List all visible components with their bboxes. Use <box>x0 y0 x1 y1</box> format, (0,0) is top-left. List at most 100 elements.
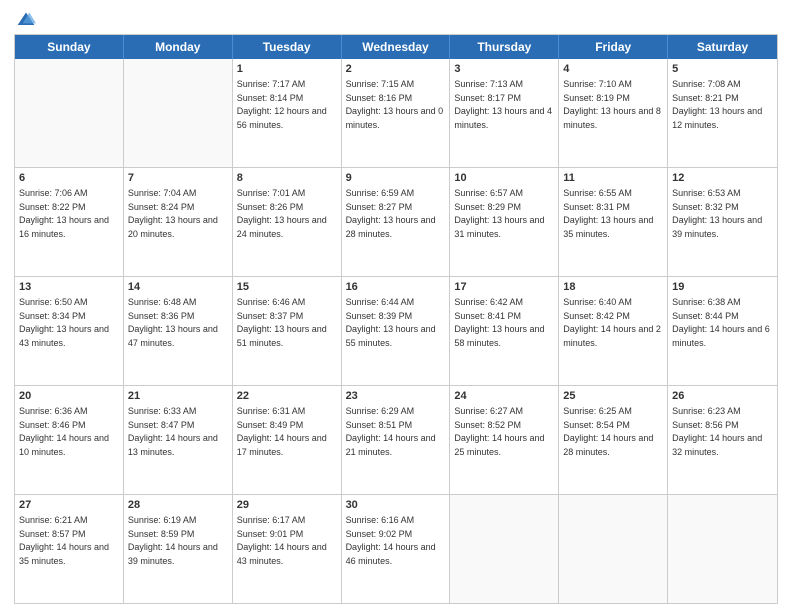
calendar-cell: 26 Sunrise: 6:23 AM Sunset: 8:56 PM Dayli… <box>668 386 777 494</box>
calendar-cell <box>15 59 124 167</box>
sun-info: Sunrise: 7:13 AM Sunset: 8:17 PM Dayligh… <box>454 79 552 130</box>
header-sunday: Sunday <box>15 35 124 59</box>
day-number: 6 <box>19 171 119 186</box>
calendar-cell: 6Sunrise: 7:06 AM Sunset: 8:22 PM Daylig… <box>15 168 124 276</box>
calendar-cell: 1Sunrise: 7:17 AM Sunset: 8:14 PM Daylig… <box>233 59 342 167</box>
calendar-cell: 5 Sunrise: 7:08 AM Sunset: 8:21 PM Daylig… <box>668 59 777 167</box>
calendar-cell: 27 Sunrise: 6:21 AM Sunset: 8:57 PM Dayli… <box>15 495 124 603</box>
calendar-cell: 18Sunrise: 6:40 AM Sunset: 8:42 PM Dayli… <box>559 277 668 385</box>
calendar-cell: 15Sunrise: 6:46 AM Sunset: 8:37 PM Dayli… <box>233 277 342 385</box>
day-number: 2 <box>346 62 446 77</box>
header-thursday: Thursday <box>450 35 559 59</box>
sun-info: Sunrise: 6:29 AM Sunset: 8:51 PM Dayligh… <box>346 406 436 457</box>
calendar-cell <box>450 495 559 603</box>
sun-info: Sunrise: 6:17 AM Sunset: 9:01 PM Dayligh… <box>237 515 327 566</box>
calendar-cell: 23 Sunrise: 6:29 AM Sunset: 8:51 PM Dayli… <box>342 386 451 494</box>
day-number: 21 <box>128 389 228 404</box>
calendar-cell <box>124 59 233 167</box>
calendar-cell: 22 Sunrise: 6:31 AM Sunset: 8:49 PM Dayli… <box>233 386 342 494</box>
day-number: 30 <box>346 498 446 513</box>
sun-info: Sunrise: 7:04 AM Sunset: 8:24 PM Dayligh… <box>128 188 218 239</box>
calendar-cell: 12 Sunrise: 6:53 AM Sunset: 8:32 PM Dayli… <box>668 168 777 276</box>
calendar-cell: 20 Sunrise: 6:36 AM Sunset: 8:46 PM Dayli… <box>15 386 124 494</box>
calendar-cell: 8 Sunrise: 7:01 AM Sunset: 8:26 PM Daylig… <box>233 168 342 276</box>
day-number: 17 <box>454 280 554 295</box>
sun-info: Sunrise: 6:48 AM Sunset: 8:36 PM Dayligh… <box>128 297 218 348</box>
header-saturday: Saturday <box>668 35 777 59</box>
sun-info: Sunrise: 6:27 AM Sunset: 8:52 PM Dayligh… <box>454 406 544 457</box>
calendar-cell: 10 Sunrise: 6:57 AM Sunset: 8:29 PM Dayli… <box>450 168 559 276</box>
calendar: SundayMondayTuesdayWednesdayThursdayFrid… <box>14 34 778 604</box>
calendar-cell: 3 Sunrise: 7:13 AM Sunset: 8:17 PM Daylig… <box>450 59 559 167</box>
header-tuesday: Tuesday <box>233 35 342 59</box>
day-number: 7 <box>128 171 228 186</box>
day-number: 1 <box>237 62 337 77</box>
calendar-cell: 24 Sunrise: 6:27 AM Sunset: 8:52 PM Dayli… <box>450 386 559 494</box>
sun-info: Sunrise: 6:55 AM Sunset: 8:31 PM Dayligh… <box>563 188 653 239</box>
calendar-cell: 16Sunrise: 6:44 AM Sunset: 8:39 PM Dayli… <box>342 277 451 385</box>
header-wednesday: Wednesday <box>342 35 451 59</box>
sun-info: Sunrise: 6:21 AM Sunset: 8:57 PM Dayligh… <box>19 515 109 566</box>
calendar-cell <box>559 495 668 603</box>
calendar-cell: 21 Sunrise: 6:33 AM Sunset: 8:47 PM Dayli… <box>124 386 233 494</box>
calendar-row-0: 1Sunrise: 7:17 AM Sunset: 8:14 PM Daylig… <box>15 59 777 167</box>
sun-info: Sunrise: 6:16 AM Sunset: 9:02 PM Dayligh… <box>346 515 436 566</box>
day-number: 3 <box>454 62 554 77</box>
calendar-header: SundayMondayTuesdayWednesdayThursdayFrid… <box>15 35 777 59</box>
day-number: 19 <box>672 280 773 295</box>
calendar-cell: 28 Sunrise: 6:19 AM Sunset: 8:59 PM Dayli… <box>124 495 233 603</box>
calendar-cell: 13Sunrise: 6:50 AM Sunset: 8:34 PM Dayli… <box>15 277 124 385</box>
calendar-body: 1Sunrise: 7:17 AM Sunset: 8:14 PM Daylig… <box>15 59 777 603</box>
day-number: 5 <box>672 62 773 77</box>
day-number: 8 <box>237 171 337 186</box>
calendar-row-4: 27 Sunrise: 6:21 AM Sunset: 8:57 PM Dayli… <box>15 494 777 603</box>
day-number: 23 <box>346 389 446 404</box>
calendar-cell <box>668 495 777 603</box>
sun-info: Sunrise: 6:42 AM Sunset: 8:41 PM Dayligh… <box>454 297 544 348</box>
sun-info: Sunrise: 6:59 AM Sunset: 8:27 PM Dayligh… <box>346 188 436 239</box>
day-number: 12 <box>672 171 773 186</box>
day-number: 25 <box>563 389 663 404</box>
sun-info: Sunrise: 6:53 AM Sunset: 8:32 PM Dayligh… <box>672 188 762 239</box>
sun-info: Sunrise: 6:19 AM Sunset: 8:59 PM Dayligh… <box>128 515 218 566</box>
day-number: 26 <box>672 389 773 404</box>
day-number: 9 <box>346 171 446 186</box>
day-number: 4 <box>563 62 663 77</box>
calendar-cell: 25 Sunrise: 6:25 AM Sunset: 8:54 PM Dayli… <box>559 386 668 494</box>
day-number: 27 <box>19 498 119 513</box>
day-number: 20 <box>19 389 119 404</box>
day-number: 10 <box>454 171 554 186</box>
calendar-row-1: 6Sunrise: 7:06 AM Sunset: 8:22 PM Daylig… <box>15 167 777 276</box>
calendar-cell: 11 Sunrise: 6:55 AM Sunset: 8:31 PM Dayli… <box>559 168 668 276</box>
sun-info: Sunrise: 7:15 AM Sunset: 8:16 PM Dayligh… <box>346 79 444 130</box>
calendar-cell: 19Sunrise: 6:38 AM Sunset: 8:44 PM Dayli… <box>668 277 777 385</box>
sun-info: Sunrise: 6:33 AM Sunset: 8:47 PM Dayligh… <box>128 406 218 457</box>
logo <box>14 10 36 30</box>
calendar-row-2: 13Sunrise: 6:50 AM Sunset: 8:34 PM Dayli… <box>15 276 777 385</box>
page-header <box>14 10 778 30</box>
header-friday: Friday <box>559 35 668 59</box>
day-number: 28 <box>128 498 228 513</box>
sun-info: Sunrise: 7:01 AM Sunset: 8:26 PM Dayligh… <box>237 188 327 239</box>
day-number: 29 <box>237 498 337 513</box>
calendar-cell: 17 Sunrise: 6:42 AM Sunset: 8:41 PM Dayli… <box>450 277 559 385</box>
logo-icon <box>16 10 36 30</box>
sun-info: Sunrise: 6:31 AM Sunset: 8:49 PM Dayligh… <box>237 406 327 457</box>
day-number: 11 <box>563 171 663 186</box>
day-number: 22 <box>237 389 337 404</box>
calendar-row-3: 20 Sunrise: 6:36 AM Sunset: 8:46 PM Dayli… <box>15 385 777 494</box>
sun-info: Sunrise: 6:23 AM Sunset: 8:56 PM Dayligh… <box>672 406 762 457</box>
sun-info: Sunrise: 7:08 AM Sunset: 8:21 PM Dayligh… <box>672 79 762 130</box>
day-number: 15 <box>237 280 337 295</box>
calendar-cell: 4Sunrise: 7:10 AM Sunset: 8:19 PM Daylig… <box>559 59 668 167</box>
header-monday: Monday <box>124 35 233 59</box>
day-number: 24 <box>454 389 554 404</box>
day-number: 16 <box>346 280 446 295</box>
sun-info: Sunrise: 6:36 AM Sunset: 8:46 PM Dayligh… <box>19 406 109 457</box>
sun-info: Sunrise: 6:25 AM Sunset: 8:54 PM Dayligh… <box>563 406 653 457</box>
day-number: 13 <box>19 280 119 295</box>
day-number: 14 <box>128 280 228 295</box>
sun-info: Sunrise: 6:57 AM Sunset: 8:29 PM Dayligh… <box>454 188 544 239</box>
calendar-cell: 7 Sunrise: 7:04 AM Sunset: 8:24 PM Daylig… <box>124 168 233 276</box>
calendar-cell: 2 Sunrise: 7:15 AM Sunset: 8:16 PM Daylig… <box>342 59 451 167</box>
